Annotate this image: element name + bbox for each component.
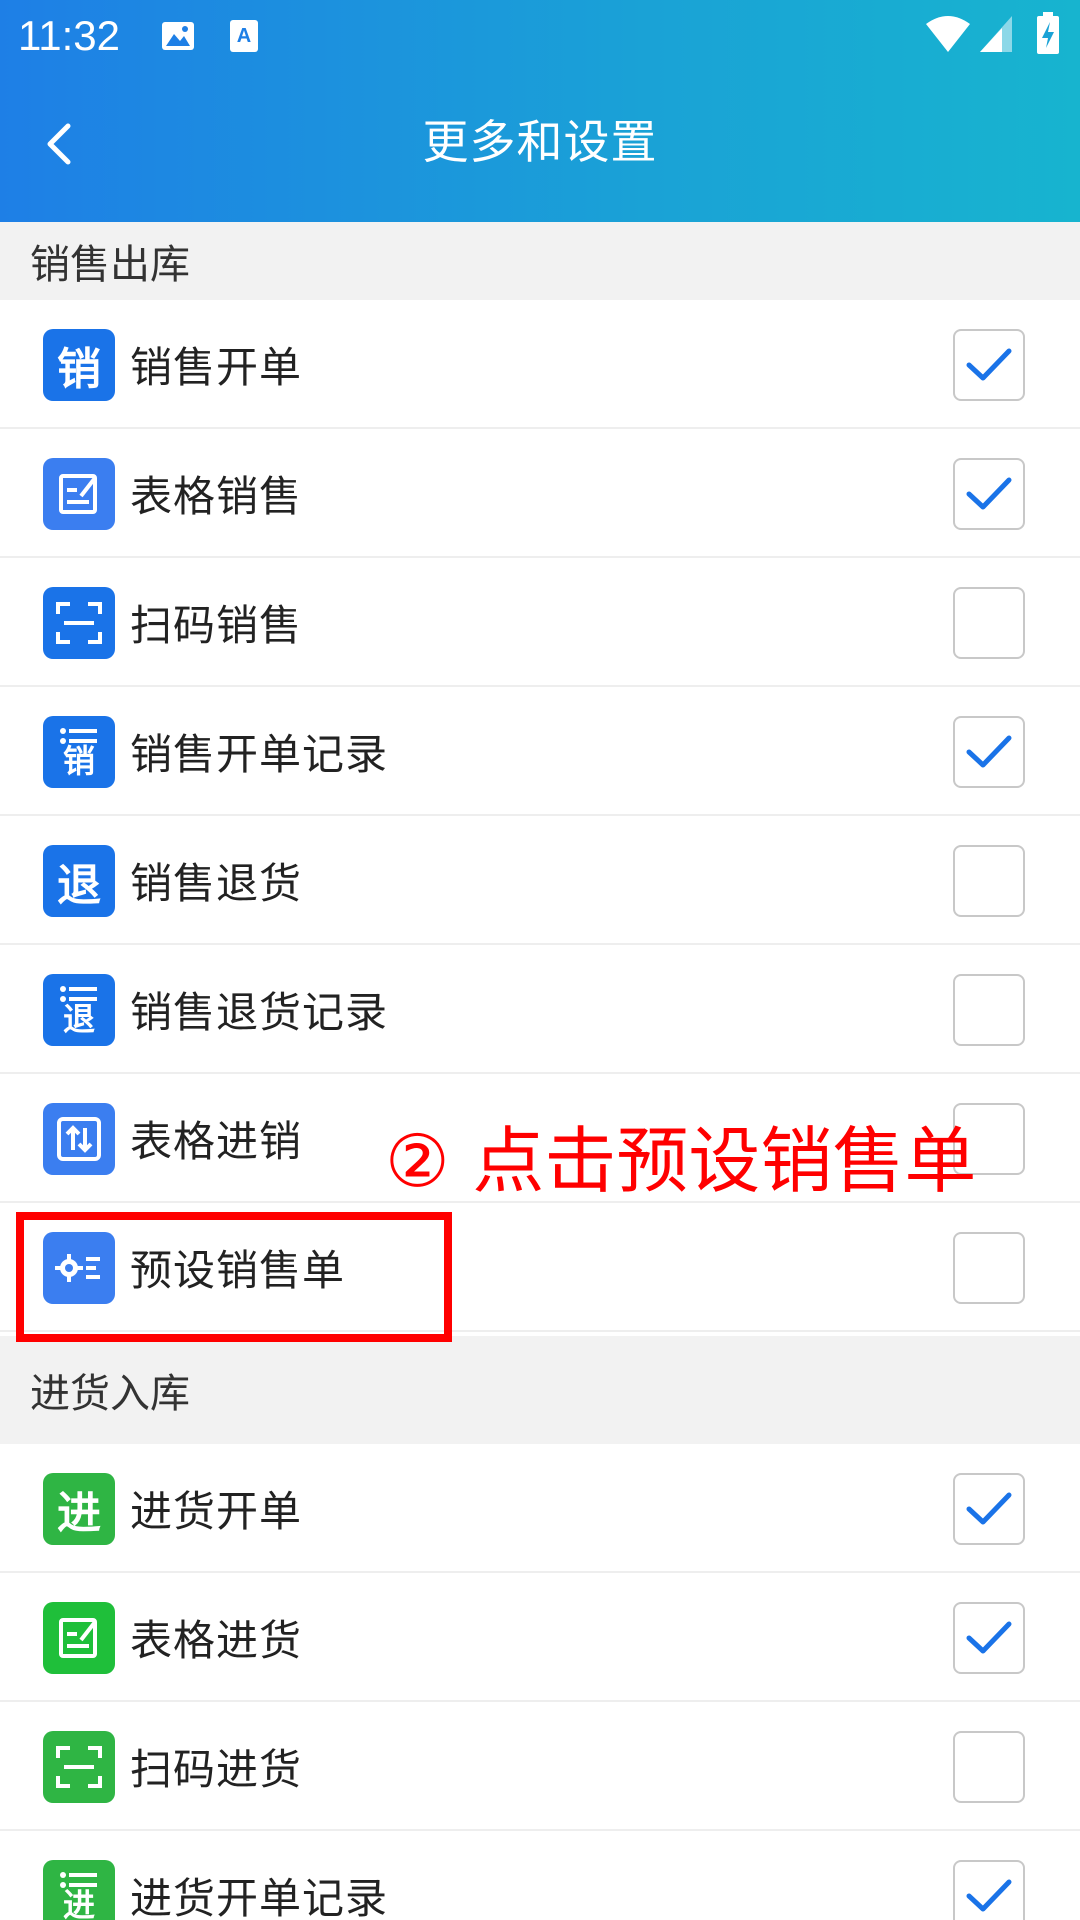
- exchange-icon: [43, 1103, 115, 1175]
- sales-icon: 销: [43, 329, 115, 401]
- list-item-label: 进货开单: [130, 1487, 303, 1536]
- checkbox[interactable]: [953, 716, 1025, 788]
- purchase-icon: 进: [43, 1473, 115, 1545]
- section-header-sales: 销售出库: [0, 222, 1080, 300]
- checkbox[interactable]: [953, 1473, 1025, 1545]
- list-item-sales-order[interactable]: 销 销售开单: [0, 300, 1080, 429]
- nav-bar: 更多和设置: [0, 96, 1080, 192]
- list-item-scan-sales[interactable]: 扫码销售: [0, 558, 1080, 687]
- list-item-label: 表格销售: [130, 472, 303, 521]
- checkbox[interactable]: [953, 587, 1025, 659]
- scan-icon: [43, 1731, 115, 1803]
- list-item-label: 销售开单: [130, 343, 303, 392]
- list-item-sales-return-record[interactable]: 退 销售退货记录: [0, 945, 1080, 1074]
- list-item-purchase-order[interactable]: 进 进货开单: [0, 1444, 1080, 1573]
- app-header: 11:32 A 更多和设置: [0, 0, 1080, 222]
- checkbox[interactable]: [953, 1731, 1025, 1803]
- svg-text:A: A: [237, 25, 251, 47]
- signal-icon: [978, 14, 1014, 58]
- edit-form-icon: [43, 458, 115, 530]
- icon-glyph: 退: [62, 1000, 95, 1038]
- checkbox[interactable]: [953, 1232, 1025, 1304]
- return-record-icon: 退: [43, 974, 115, 1046]
- list-item-label: 扫码销售: [130, 601, 303, 650]
- return-icon: 退: [43, 845, 115, 917]
- list-item-scan-purchase[interactable]: 扫码进货: [0, 1702, 1080, 1831]
- icon-glyph: 销: [62, 742, 95, 780]
- checkbox[interactable]: [953, 458, 1025, 530]
- list-item-label: 销售开单记录: [130, 730, 389, 779]
- edit-form-icon: [43, 1602, 115, 1674]
- section-header-purchase: 进货入库: [0, 1336, 1080, 1444]
- icon-glyph: 进: [62, 1886, 95, 1920]
- list-item-label: 表格进销: [130, 1117, 303, 1166]
- list-item-label: 进货开单记录: [130, 1874, 389, 1920]
- checkbox[interactable]: [953, 974, 1025, 1046]
- list-item-label: 扫码进货: [130, 1745, 303, 1794]
- list-item-label: 销售退货: [130, 859, 303, 908]
- annotation-highlight-box: [16, 1212, 452, 1342]
- wifi-icon: [924, 14, 972, 58]
- checkbox[interactable]: [953, 1602, 1025, 1674]
- annotation-text: ② 点击预设销售单: [385, 1119, 977, 1203]
- check-icon: [966, 1492, 1012, 1525]
- purchase-record-icon: 进: [43, 1860, 115, 1920]
- list-item-label: 销售退货记录: [130, 988, 389, 1037]
- screen: 11:32 A 更多和设置 销售出库 销 销售开单 表格销售 扫码销售 销 销售…: [0, 0, 1080, 1920]
- list-item-purchase-record[interactable]: 进 进货开单记录: [0, 1831, 1080, 1920]
- list-item-table-purchase[interactable]: 表格进货: [0, 1573, 1080, 1702]
- check-icon: [966, 477, 1012, 510]
- check-icon: [966, 735, 1012, 768]
- battery-charging-icon: [1036, 12, 1060, 60]
- status-bar: 11:32 A: [0, 0, 1080, 72]
- image-icon: [160, 18, 196, 58]
- checkbox[interactable]: [953, 329, 1025, 401]
- check-icon: [966, 1879, 1012, 1912]
- status-time: 11:32: [18, 12, 120, 59]
- check-icon: [966, 348, 1012, 381]
- check-icon: [966, 1621, 1012, 1654]
- page-title: 更多和设置: [422, 115, 658, 169]
- list-item-sales-record[interactable]: 销 销售开单记录: [0, 687, 1080, 816]
- list-item-label: 表格进货: [130, 1616, 303, 1665]
- font-a-icon: A: [228, 18, 260, 58]
- sales-record-icon: 销: [43, 716, 115, 788]
- checkbox[interactable]: [953, 845, 1025, 917]
- list-item-sales-return[interactable]: 退 销售退货: [0, 816, 1080, 945]
- checkbox[interactable]: [953, 1860, 1025, 1920]
- scan-icon: [43, 587, 115, 659]
- list-item-table-sales[interactable]: 表格销售: [0, 429, 1080, 558]
